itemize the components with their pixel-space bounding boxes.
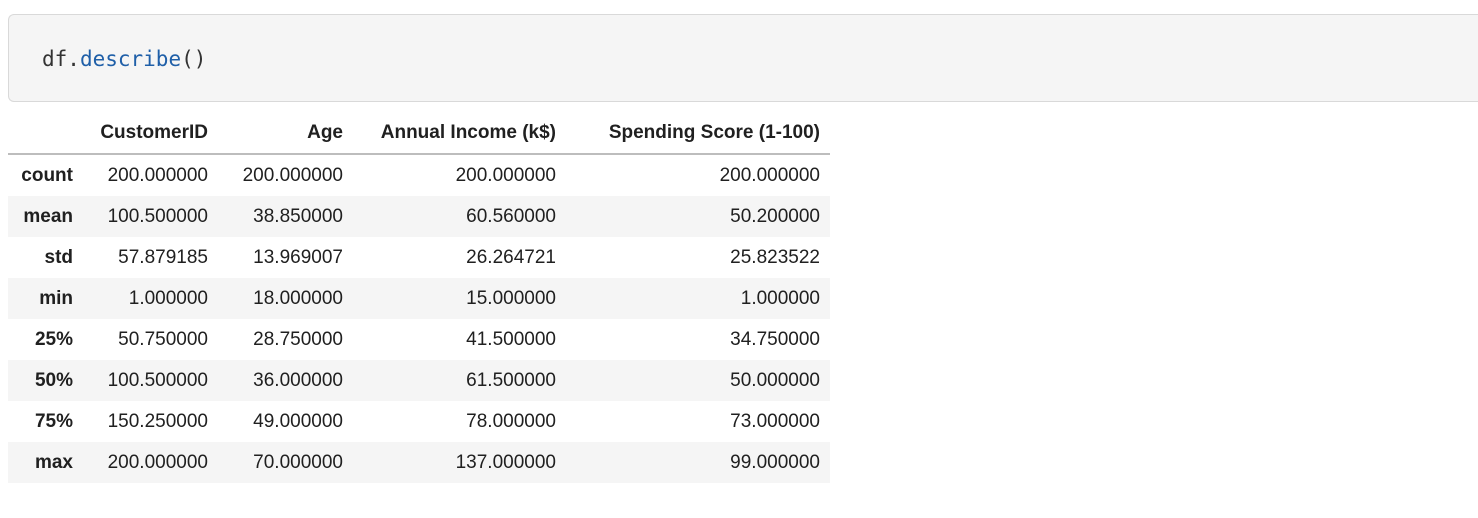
table-cell: 200.000000	[719, 164, 820, 186]
table-cell: 15.000000	[466, 287, 556, 309]
table-row: std 57.879185 13.969007 26.264721 25.823…	[8, 237, 830, 278]
table-cell: 73.000000	[730, 410, 820, 432]
table-row: mean 100.500000 38.850000 60.560000 50.2…	[8, 196, 830, 237]
row-label: std	[44, 246, 74, 268]
table-cell: 41.500000	[466, 328, 556, 350]
row-label: 50%	[34, 369, 73, 391]
table-row: min 1.000000 18.000000 15.000000 1.00000…	[8, 278, 830, 319]
code-suffix: ()	[181, 47, 207, 71]
table-cell: 57.879185	[118, 246, 208, 268]
table-cell: 61.500000	[466, 369, 556, 391]
table-cell: 50.750000	[118, 328, 208, 350]
table-row: 25% 50.750000 28.750000 41.500000 34.750…	[8, 319, 830, 360]
code-line[interactable]: df.describe()	[42, 45, 206, 73]
column-header: Age	[218, 113, 353, 155]
table-cell: 36.000000	[253, 369, 343, 391]
table-cell: 49.000000	[253, 410, 343, 432]
describe-output-table: CustomerID Age Annual Income (k$) Spendi…	[8, 113, 830, 483]
table-cell: 70.000000	[253, 451, 343, 473]
column-header: Spending Score (1-100)	[566, 113, 830, 155]
row-label: max	[34, 451, 73, 473]
column-header: Annual Income (k$)	[353, 113, 566, 155]
table-cell: 200.000000	[107, 164, 208, 186]
table-cell: 150.250000	[107, 410, 208, 432]
table-cell: 100.500000	[107, 205, 208, 227]
index-header	[8, 113, 83, 155]
code-function-name: describe	[79, 47, 182, 71]
row-label: min	[39, 287, 73, 309]
code-prefix: df.	[42, 47, 80, 71]
table-cell: 18.000000	[253, 287, 343, 309]
table-row: 75% 150.250000 49.000000 78.000000 73.00…	[8, 401, 830, 442]
table-cell: 137.000000	[455, 451, 556, 473]
row-label: 75%	[34, 410, 73, 432]
table-cell: 50.200000	[730, 205, 820, 227]
table-cell: 100.500000	[107, 369, 208, 391]
table-row: 50% 100.500000 36.000000 61.500000 50.00…	[8, 360, 830, 401]
table-cell: 50.000000	[730, 369, 820, 391]
table-cell: 25.823522	[730, 246, 820, 268]
table-cell: 99.000000	[730, 451, 820, 473]
row-label: count	[21, 164, 73, 186]
row-label: mean	[23, 205, 73, 227]
code-cell[interactable]: df.describe()	[8, 14, 1478, 102]
table-cell: 1.000000	[128, 287, 208, 309]
row-label: 25%	[34, 328, 73, 350]
table-header-row: CustomerID Age Annual Income (k$) Spendi…	[8, 113, 830, 155]
column-header: CustomerID	[83, 113, 218, 155]
table-cell: 34.750000	[730, 328, 820, 350]
table-row: max 200.000000 70.000000 137.000000 99.0…	[8, 442, 830, 483]
table-cell: 28.750000	[253, 328, 343, 350]
table-cell: 200.000000	[107, 451, 208, 473]
table-cell: 200.000000	[455, 164, 556, 186]
table-cell: 1.000000	[740, 287, 820, 309]
table-cell: 26.264721	[466, 246, 556, 268]
table-row: count 200.000000 200.000000 200.000000 2…	[8, 154, 830, 196]
table-cell: 60.560000	[466, 205, 556, 227]
table-cell: 200.000000	[242, 164, 343, 186]
table-cell: 38.850000	[253, 205, 343, 227]
table-cell: 13.969007	[253, 246, 343, 268]
table-cell: 78.000000	[466, 410, 556, 432]
